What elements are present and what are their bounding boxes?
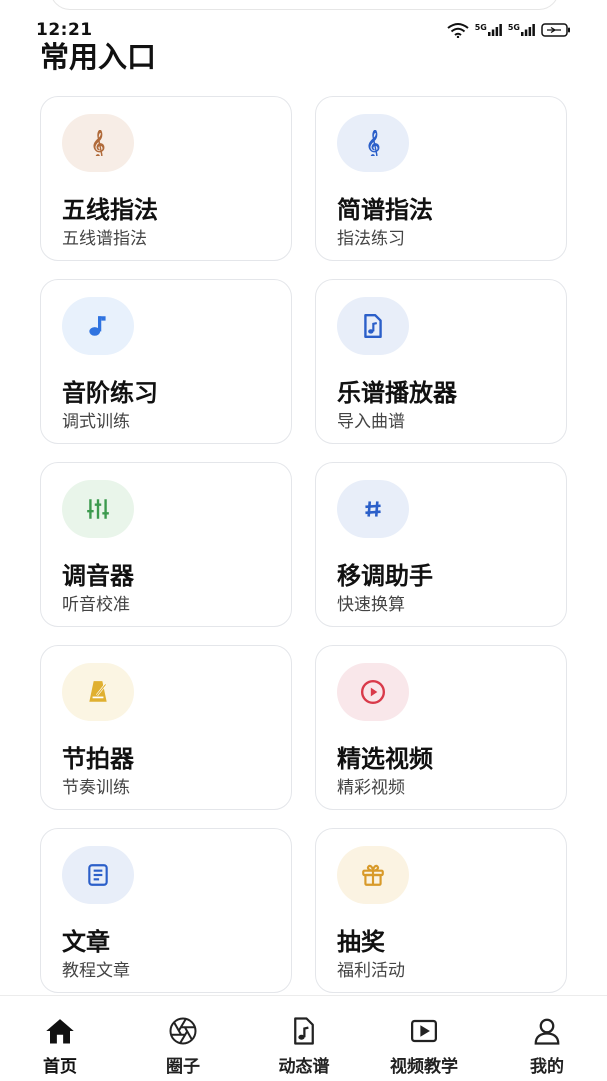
music-note-icon [85, 313, 111, 339]
card-title: 调音器 [62, 562, 134, 590]
entry-card-featured-videos[interactable]: 精选视频 精彩视频 [315, 645, 567, 810]
card-subtitle: 调式训练 [62, 412, 130, 432]
entry-card-numbered-fingering[interactable]: 𝄞 简谱指法 指法练习 [315, 96, 567, 261]
nav-video-lessons[interactable]: 视频教学 [369, 996, 479, 1081]
battery-icon [541, 23, 570, 37]
entry-card-metronome[interactable]: 节拍器 节奏训练 [40, 645, 292, 810]
icon-badge [62, 846, 134, 904]
entry-card-transpose[interactable]: 移调助手 快速换算 [315, 462, 567, 627]
aperture-icon [168, 1016, 198, 1046]
entry-card-lottery[interactable]: 抽奖 福利活动 [315, 828, 567, 993]
nav-label: 视频教学 [390, 1057, 458, 1077]
card-title: 抽奖 [337, 928, 385, 956]
card-subtitle: 五线谱指法 [62, 229, 147, 249]
nav-icon-slot [404, 1014, 444, 1048]
signal-icon: 5G [475, 24, 502, 36]
play-circle-icon [360, 679, 386, 705]
nav-dynamic-score[interactable]: 动态谱 [249, 996, 359, 1081]
icon-badge [337, 480, 409, 538]
card-subtitle: 指法练习 [337, 229, 405, 249]
nav-icon-slot [163, 1014, 203, 1048]
icon-badge [337, 297, 409, 355]
card-title: 五线指法 [62, 196, 158, 224]
card-subtitle: 精彩视频 [337, 778, 405, 798]
nav-icon-slot [527, 1014, 567, 1048]
card-title: 精选视频 [337, 745, 433, 773]
icon-badge: 𝄞 [337, 114, 409, 172]
card-subtitle: 听音校准 [62, 595, 130, 615]
nav-label: 圈子 [166, 1057, 200, 1077]
signal-label: 5G [474, 23, 487, 32]
card-subtitle: 节奏训练 [62, 778, 130, 798]
svg-text:𝄞: 𝄞 [366, 130, 380, 156]
nav-profile[interactable]: 我的 [492, 996, 602, 1081]
gift-icon [360, 862, 386, 888]
card-subtitle: 导入曲谱 [337, 412, 405, 432]
entry-card-tuner[interactable]: 调音器 听音校准 [40, 462, 292, 627]
nav-circle[interactable]: 圈子 [128, 996, 238, 1081]
nav-label: 动态谱 [278, 1057, 330, 1077]
treble-clef-icon: 𝄞 [360, 130, 386, 156]
card-title: 简谱指法 [337, 196, 433, 224]
nav-icon-slot [284, 1014, 324, 1048]
icon-badge [337, 663, 409, 721]
signal-label-2: 5G [507, 23, 520, 32]
sharp-icon [360, 496, 386, 522]
nav-home[interactable]: 首页 [5, 996, 115, 1081]
icon-badge [62, 480, 134, 538]
entry-card-articles[interactable]: 文章 教程文章 [40, 828, 292, 993]
wifi-icon [447, 23, 469, 38]
entry-card-staff-fingering[interactable]: 𝄞 五线指法 五线谱指法 [40, 96, 292, 261]
nav-label: 首页 [43, 1057, 77, 1077]
music-file-icon [360, 313, 386, 339]
signal-icon-2: 5G [508, 24, 535, 36]
entry-card-scale-practice[interactable]: 音阶练习 调式训练 [40, 279, 292, 444]
icon-badge: 𝄞 [62, 114, 134, 172]
document-icon [85, 862, 111, 888]
card-title: 文章 [62, 928, 110, 956]
sliders-icon [85, 496, 111, 522]
status-icons: 5G 5G [447, 22, 571, 38]
card-subtitle: 福利活动 [337, 961, 405, 981]
card-title: 乐谱播放器 [337, 379, 457, 407]
icon-badge [62, 663, 134, 721]
entry-card-score-player[interactable]: 乐谱播放器 导入曲谱 [315, 279, 567, 444]
card-subtitle: 快速换算 [337, 595, 405, 615]
card-title: 移调助手 [337, 562, 433, 590]
nav-label: 我的 [530, 1057, 564, 1077]
metronome-icon [85, 679, 111, 705]
card-title: 音阶练习 [62, 379, 158, 407]
icon-badge [62, 297, 134, 355]
home-icon [45, 1016, 75, 1046]
bottom-nav: 首页 圈子 动态谱 视频教学 我的 [0, 995, 607, 1081]
video-icon [409, 1016, 439, 1046]
svg-text:𝄞: 𝄞 [91, 130, 105, 156]
card-subtitle: 教程文章 [62, 961, 130, 981]
icon-badge [337, 846, 409, 904]
music-file-icon [289, 1016, 319, 1046]
card-title: 节拍器 [62, 745, 134, 773]
section-title: 常用入口 [40, 40, 157, 74]
nav-icon-slot [40, 1014, 80, 1048]
treble-clef-icon: 𝄞 [85, 130, 111, 156]
user-icon [532, 1016, 562, 1046]
